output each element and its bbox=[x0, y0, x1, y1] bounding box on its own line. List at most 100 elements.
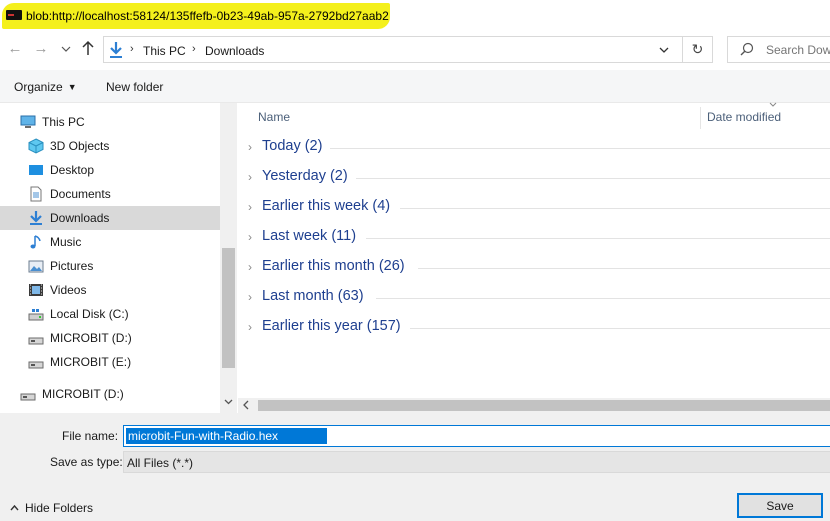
breadcrumb-this-pc[interactable]: This PC bbox=[143, 44, 186, 58]
address-dropdown-button[interactable] bbox=[656, 43, 672, 57]
sidebar-item-music[interactable]: Music bbox=[0, 230, 220, 254]
sidebar-item-this-pc[interactable]: This PC bbox=[0, 110, 220, 134]
column-header: Name Date modified bbox=[238, 101, 830, 129]
horizontal-scroll-thumb[interactable] bbox=[258, 400, 830, 411]
app-icon bbox=[6, 10, 22, 20]
sidebar-item-label: This PC bbox=[42, 115, 85, 129]
hide-folders-label: Hide Folders bbox=[25, 501, 94, 515]
breadcrumb-separator-icon: › bbox=[130, 43, 134, 55]
scroll-down-icon[interactable] bbox=[222, 397, 235, 409]
group-last-week[interactable]: › Last week (11) bbox=[238, 223, 830, 251]
file-name-label: File name: bbox=[62, 429, 119, 443]
scroll-left-icon[interactable] bbox=[242, 399, 250, 413]
chevron-right-icon: › bbox=[248, 200, 252, 214]
group-label: Earlier this month (26) bbox=[262, 258, 405, 274]
up-button[interactable] bbox=[80, 40, 96, 58]
organize-button[interactable]: Organize ▼ bbox=[8, 78, 83, 96]
sidebar-item-label: Local Disk (C:) bbox=[50, 307, 129, 321]
sidebar-item-label: Documents bbox=[50, 187, 111, 201]
new-folder-button[interactable]: New folder bbox=[100, 78, 169, 96]
back-arrow-icon: ← bbox=[7, 40, 23, 57]
sidebar-item-3d-objects[interactable]: 3D Objects bbox=[0, 134, 220, 158]
file-list: Name Date modified › Today (2) › Yesterd… bbox=[238, 101, 830, 413]
refresh-button[interactable]: ↻ bbox=[683, 36, 713, 63]
breadcrumb-downloads[interactable]: Downloads bbox=[205, 44, 264, 58]
sidebar-item-local-disk-c[interactable]: Local Disk (C:) bbox=[0, 302, 220, 326]
group-divider bbox=[400, 208, 830, 209]
group-divider bbox=[356, 178, 830, 179]
group-divider bbox=[410, 328, 830, 329]
group-earlier-this-month[interactable]: › Earlier this month (26) bbox=[238, 253, 830, 281]
documents-icon bbox=[30, 186, 42, 202]
group-label: Last week (11) bbox=[262, 228, 357, 244]
chevron-down-icon bbox=[61, 46, 71, 52]
drive-icon bbox=[28, 361, 44, 369]
sort-caret-icon bbox=[768, 101, 778, 111]
sidebar-item-microbit-d-root[interactable]: MICROBIT (D:) bbox=[0, 382, 220, 406]
chevron-right-icon: › bbox=[248, 320, 252, 334]
breadcrumb-separator-icon: › bbox=[192, 43, 196, 55]
horizontal-scrollbar[interactable] bbox=[238, 398, 830, 413]
search-box[interactable] bbox=[727, 36, 830, 63]
drive-icon bbox=[20, 393, 36, 401]
caret-up-icon bbox=[10, 504, 19, 514]
sidebar-scroll-thumb[interactable] bbox=[222, 248, 235, 368]
chevron-right-icon: › bbox=[248, 290, 252, 304]
sidebar-scrollbar[interactable] bbox=[220, 103, 237, 413]
sidebar-item-label: MICROBIT (D:) bbox=[42, 387, 124, 401]
chevron-right-icon: › bbox=[248, 140, 252, 154]
group-earlier-this-year[interactable]: › Earlier this year (157) bbox=[238, 313, 830, 341]
up-arrow-icon bbox=[82, 40, 94, 55]
address-bar[interactable]: › This PC › Downloads bbox=[103, 36, 683, 63]
file-name-input[interactable] bbox=[126, 428, 327, 444]
forward-button[interactable]: → bbox=[32, 40, 50, 58]
downloads-icon bbox=[110, 42, 122, 58]
organize-label: Organize bbox=[14, 80, 63, 94]
group-last-month[interactable]: › Last month (63) bbox=[238, 283, 830, 311]
sidebar-item-microbit-d[interactable]: MICROBIT (D:) bbox=[0, 326, 220, 350]
group-earlier-this-week[interactable]: › Earlier this week (4) bbox=[238, 193, 830, 221]
column-divider[interactable] bbox=[700, 107, 701, 129]
sidebar-item-label: 3D Objects bbox=[50, 139, 110, 153]
sidebar-item-label: MICROBIT (D:) bbox=[50, 331, 132, 345]
window-title: blob:http://localhost:58124/135ffefb-0b2… bbox=[26, 9, 389, 23]
sidebar-item-label: MICROBIT (E:) bbox=[50, 355, 132, 369]
refresh-icon: ↻ bbox=[691, 41, 704, 57]
group-label: Yesterday (2) bbox=[262, 168, 348, 184]
sidebar-item-desktop[interactable]: Desktop bbox=[0, 158, 220, 182]
file-name-field[interactable] bbox=[123, 425, 830, 447]
sidebar-item-pictures[interactable]: Pictures bbox=[0, 254, 220, 278]
navigation-bar: ← → › This PC › Downloads ↻ bbox=[0, 32, 830, 68]
videos-icon bbox=[29, 284, 43, 296]
navigation-pane: This PC 3D Objects Desktop Documents Dow… bbox=[0, 103, 238, 413]
sidebar-item-label: Pictures bbox=[50, 259, 94, 273]
group-divider bbox=[366, 238, 830, 239]
caret-down-icon: ▼ bbox=[67, 82, 77, 92]
sidebar-item-downloads[interactable]: Downloads bbox=[0, 206, 220, 230]
recent-locations-button[interactable] bbox=[58, 40, 74, 58]
column-date-modified[interactable]: Date modified bbox=[707, 110, 781, 124]
column-name[interactable]: Name bbox=[258, 110, 290, 124]
local-disk-icon bbox=[28, 309, 44, 321]
group-yesterday[interactable]: › Yesterday (2) bbox=[238, 163, 830, 191]
sidebar-item-documents[interactable]: Documents bbox=[0, 182, 220, 206]
group-today[interactable]: › Today (2) bbox=[238, 133, 830, 161]
sidebar-item-videos[interactable]: Videos bbox=[0, 278, 220, 302]
back-button[interactable]: ← bbox=[6, 40, 24, 58]
desktop-icon bbox=[29, 165, 43, 175]
sidebar-item-microbit-e[interactable]: MICROBIT (E:) bbox=[0, 350, 220, 374]
save-button[interactable]: Save bbox=[737, 493, 823, 518]
chevron-right-icon: › bbox=[248, 230, 252, 244]
chevron-right-icon: › bbox=[248, 260, 252, 274]
group-label: Earlier this week (4) bbox=[262, 198, 391, 214]
search-input[interactable] bbox=[766, 38, 830, 61]
chevron-right-icon: › bbox=[248, 170, 252, 184]
save-as-type-select[interactable]: All Files (*.*) bbox=[123, 451, 830, 473]
3d-objects-icon bbox=[28, 138, 44, 154]
forward-arrow-icon: → bbox=[33, 40, 49, 57]
group-label: Earlier this year (157) bbox=[262, 318, 401, 334]
sidebar-item-label: Videos bbox=[50, 283, 87, 297]
hide-folders-button[interactable]: Hide Folders bbox=[10, 501, 93, 515]
sidebar-item-label: Music bbox=[50, 235, 82, 249]
group-divider bbox=[376, 298, 830, 299]
